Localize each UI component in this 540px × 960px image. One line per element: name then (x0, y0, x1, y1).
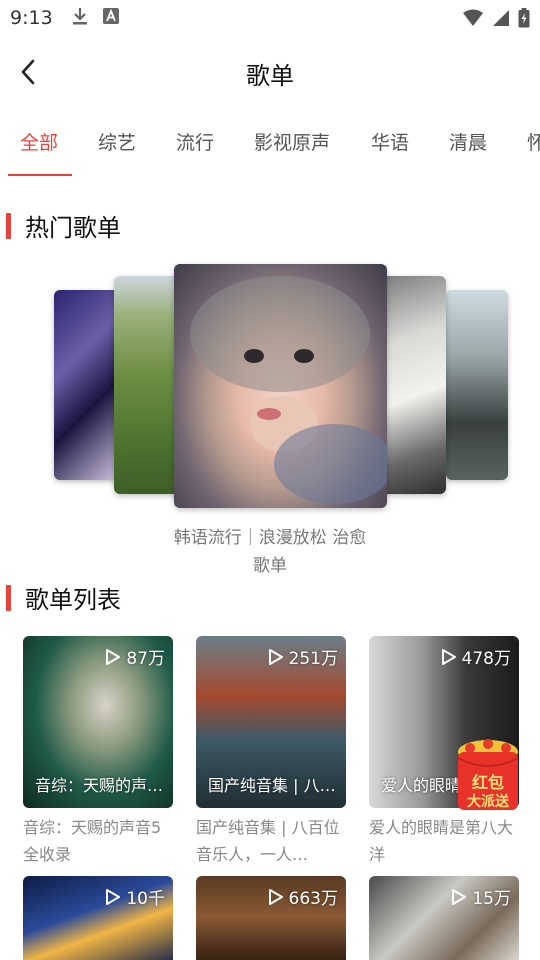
playlist-description: 音综：天赐的声音5全收录 (23, 818, 162, 864)
playlist-cover: 251万 国产纯音集 | 八… (196, 636, 346, 808)
status-bar: 9:13 (0, 0, 540, 36)
playlist-card[interactable]: 251万 国产纯音集 | 八… 国产纯音集 | 八百位音乐人，一人… (196, 636, 346, 868)
play-count-value: 87万 (126, 649, 165, 669)
tab-pop[interactable]: 流行 (176, 128, 214, 155)
hot-section-header: 热门歌单 (6, 208, 121, 243)
tab-nostalgia[interactable]: 怀 (527, 128, 540, 155)
play-icon (268, 888, 283, 905)
playlist-description: 国产纯音集 | 八百位音乐人，一人… (196, 818, 340, 864)
cover-title: 国产纯音集 | 八… (208, 776, 336, 795)
section-accent-bar (6, 212, 11, 239)
page-title: 歌单 (246, 62, 294, 90)
play-count: 251万 (268, 644, 338, 669)
tab-indicator (8, 174, 72, 176)
carousel-card-1[interactable] (54, 290, 122, 480)
play-icon (106, 648, 121, 665)
carousel-card-featured[interactable] (174, 264, 387, 508)
red-packet-icon: 红包 大派送 (457, 739, 519, 810)
header: 歌单 (0, 40, 540, 104)
playlist-cover: 15万 (369, 876, 519, 960)
play-count: 15万 (451, 884, 511, 909)
tab-variety[interactable]: 综艺 (98, 128, 136, 155)
featured-cover-art (190, 276, 387, 504)
playlist-cover: 87万 音综：天赐的声… (23, 636, 173, 808)
download-icon (71, 6, 89, 30)
playlist-card[interactable]: 663万 (196, 876, 346, 960)
wifi-icon (462, 9, 484, 31)
section-accent-bar (6, 584, 11, 611)
playlist-card[interactable]: 87万 音综：天赐的声… 音综：天赐的声音5全收录 (23, 636, 173, 868)
promo-line1: 红包 (472, 773, 504, 792)
battery-icon (518, 8, 530, 32)
play-count: 10千 (105, 884, 165, 909)
tab-chinese[interactable]: 华语 (371, 128, 409, 155)
font-app-icon (102, 8, 119, 28)
category-tabs: 全部 综艺 流行 影视原声 华语 清晨 怀 (0, 118, 540, 176)
list-section-header: 歌单列表 (6, 580, 121, 615)
cover-title: 音综：天赐的声… (35, 776, 164, 795)
play-count-value: 251万 (288, 649, 338, 669)
play-icon (106, 888, 121, 905)
tab-morning[interactable]: 清晨 (449, 128, 487, 155)
playlist-card[interactable]: 10千 (23, 876, 173, 960)
play-count-value: 663万 (288, 889, 338, 909)
hot-section-title: 热门歌单 (25, 214, 121, 242)
play-count-value: 478万 (461, 649, 511, 669)
play-count: 478万 (441, 644, 511, 669)
carousel-caption-line2: 歌单 (253, 556, 287, 576)
play-count: 87万 (105, 644, 165, 669)
carousel-card-5[interactable] (446, 290, 508, 480)
promo-line2: 大派送 (467, 793, 510, 810)
play-count-value: 15万 (472, 889, 511, 909)
carousel-caption: 韩语流行｜浪漫放松 治愈 歌单 (0, 524, 540, 580)
hot-playlist-carousel[interactable] (0, 262, 540, 512)
playlist-cover: 10千 (23, 876, 173, 960)
play-count-value: 10千 (126, 889, 165, 909)
tab-soundtrack[interactable]: 影视原声 (254, 128, 330, 155)
playlist-cover: 663万 (196, 876, 346, 960)
play-icon (452, 888, 467, 905)
play-icon (268, 648, 283, 665)
tab-all[interactable]: 全部 (20, 128, 58, 155)
red-packet-promo[interactable]: 红包 大派送 (454, 738, 522, 812)
play-count: 663万 (268, 884, 338, 909)
status-time: 9:13 (10, 7, 53, 29)
signal-icon (492, 9, 510, 31)
playlist-description: 爱人的眼睛是第八大洋 (369, 818, 514, 864)
carousel-caption-line1: 韩语流行｜浪漫放松 治愈 (173, 528, 367, 548)
list-section-title: 歌单列表 (25, 586, 121, 614)
playlist-card[interactable]: 15万 (369, 876, 519, 960)
play-icon (441, 648, 456, 665)
